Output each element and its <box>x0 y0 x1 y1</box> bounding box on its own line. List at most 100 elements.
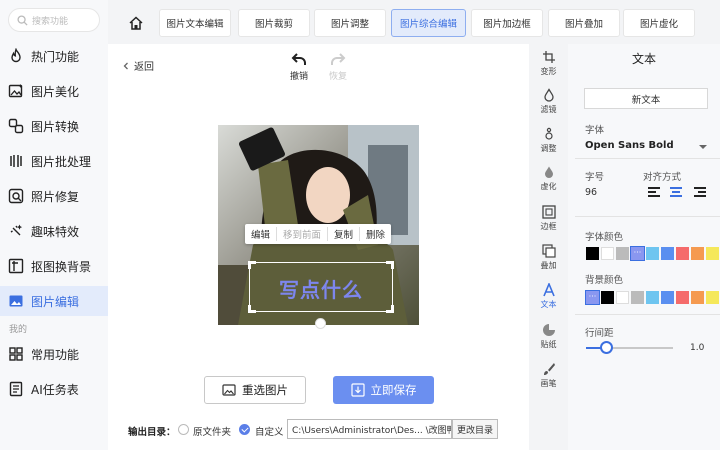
tool-text[interactable]: 文本 <box>529 278 568 314</box>
tool-label: 变形 <box>540 66 557 76</box>
context-copy[interactable]: 复制 <box>328 227 361 241</box>
sidebar-item-ai-tasks[interactable]: AI任务表 <box>0 374 108 404</box>
font-size-input[interactable]: 96 <box>585 187 597 198</box>
color-swatch[interactable]: ··· <box>630 246 645 261</box>
grid-icon <box>9 347 23 361</box>
resize-handle[interactable] <box>248 305 256 313</box>
context-bring-front[interactable]: 移到前面 <box>277 227 329 241</box>
line-height-slider[interactable] <box>586 341 673 354</box>
context-edit[interactable]: 编辑 <box>245 227 278 241</box>
output-path-field[interactable]: C:\Users\Administrator\Des... \改图鸭 <box>287 419 452 439</box>
save-button[interactable]: 立即保存 <box>333 376 434 404</box>
redo-button[interactable]: 恢复 <box>323 52 353 82</box>
color-swatch[interactable] <box>601 291 614 304</box>
size-label: 字号 <box>585 172 605 183</box>
new-text-button[interactable]: 新文本 <box>584 88 708 109</box>
color-swatch[interactable] <box>646 247 659 260</box>
sparkle-icon <box>10 224 23 236</box>
context-delete[interactable]: 删除 <box>360 227 391 241</box>
tool-label: 调整 <box>540 143 557 153</box>
tool-blur[interactable]: 虚化 <box>529 160 568 196</box>
color-swatch[interactable] <box>706 291 719 304</box>
color-swatch[interactable] <box>691 291 704 304</box>
resize-handle[interactable] <box>386 305 394 313</box>
color-swatch[interactable] <box>676 247 689 260</box>
sticker-icon <box>542 323 555 336</box>
color-swatch[interactable] <box>616 291 629 304</box>
color-swatch[interactable] <box>661 247 674 260</box>
text-box[interactable]: 写点什么 <box>248 261 394 313</box>
sidebar-item-hot[interactable]: 热门功能 <box>0 41 108 71</box>
font-label: 字体 <box>585 125 605 136</box>
tool-overlay[interactable]: 叠加 <box>529 239 568 275</box>
sidebar-item-label: 热门功能 <box>31 49 80 64</box>
save-label: 立即保存 <box>370 383 417 397</box>
sidebar-item-batch[interactable]: 图片批处理 <box>0 146 108 176</box>
sidebar-item-convert[interactable]: 图片转换 <box>0 111 108 141</box>
tool-sticker[interactable]: 贴纸 <box>529 318 568 354</box>
align-left-icon[interactable] <box>648 187 664 201</box>
download-icon <box>350 383 365 397</box>
resize-handle[interactable] <box>248 261 256 269</box>
color-swatch[interactable] <box>586 247 599 260</box>
font-select[interactable]: Open Sans Bold <box>585 140 709 151</box>
color-swatch[interactable] <box>691 247 704 260</box>
tab-text-edit[interactable]: 图片文本编辑 <box>159 9 231 37</box>
radio-custom-label: 自定义 <box>255 427 284 438</box>
divider <box>575 314 720 315</box>
tool-label: 画笔 <box>540 378 557 388</box>
sidebar-item-label: 照片修复 <box>31 189 80 204</box>
text-icon <box>542 282 555 296</box>
reselect-image-button[interactable]: 重选图片 <box>204 376 306 404</box>
back-button[interactable]: 返回 <box>121 58 154 73</box>
color-swatch[interactable] <box>646 291 659 304</box>
sidebar-item-effects[interactable]: 趣味特效 <box>0 216 108 246</box>
radio-custom-folder[interactable] <box>239 424 250 435</box>
color-swatch[interactable]: ··· <box>585 290 600 305</box>
search-input[interactable]: 搜索功能 <box>8 8 100 32</box>
rotate-handle[interactable] <box>315 318 326 329</box>
text-box-content[interactable]: 写点什么 <box>250 274 392 303</box>
brush-icon <box>543 362 555 375</box>
undo-button[interactable]: 撤销 <box>284 52 314 82</box>
resize-handle[interactable] <box>386 261 394 269</box>
divider <box>575 216 720 217</box>
tab-blur[interactable]: 图片虚化 <box>623 9 695 37</box>
undo-icon <box>291 53 306 65</box>
tool-frame[interactable]: 边框 <box>529 200 568 236</box>
color-swatch[interactable] <box>661 291 674 304</box>
sidebar-item-cutout[interactable]: 抠图换背景 <box>0 251 108 281</box>
sidebar-item-label: 趣味特效 <box>31 224 80 239</box>
sidebar-item-label: 抠图换背景 <box>31 259 92 274</box>
tab-adjust[interactable]: 图片调整 <box>314 9 386 37</box>
tab-composite-edit[interactable]: 图片综合编辑 <box>391 9 466 37</box>
change-dir-button[interactable]: 更改目录 <box>452 419 498 439</box>
align-right-icon[interactable] <box>690 187 706 201</box>
color-swatch[interactable] <box>631 291 644 304</box>
home-button[interactable] <box>121 9 151 37</box>
tool-adjust[interactable]: 调整 <box>529 122 568 158</box>
align-center-icon[interactable] <box>668 187 684 201</box>
color-swatch[interactable] <box>676 291 689 304</box>
sidebar-item-beautify[interactable]: 图片美化 <box>0 76 108 106</box>
blur-icon <box>544 166 553 178</box>
color-swatch[interactable] <box>616 247 629 260</box>
radio-original-folder[interactable] <box>178 424 189 435</box>
tool-brush[interactable]: 画笔 <box>529 357 568 393</box>
overlay-icon <box>541 243 556 258</box>
tab-overlay[interactable]: 图片叠加 <box>548 9 620 37</box>
tool-transform[interactable]: 变形 <box>529 45 568 81</box>
tab-border[interactable]: 图片加边框 <box>471 9 543 37</box>
back-label: 返回 <box>134 62 154 73</box>
sidebar-item-repair[interactable]: 照片修复 <box>0 181 108 211</box>
sidebar-item-image-edit[interactable]: 图片编辑 <box>0 286 108 316</box>
color-swatch[interactable] <box>706 247 719 260</box>
filter-icon <box>543 87 554 102</box>
color-swatch[interactable] <box>601 247 614 260</box>
sidebar-item-common[interactable]: 常用功能 <box>0 339 108 369</box>
redo-icon <box>331 53 346 65</box>
tool-filter[interactable]: 滤镜 <box>529 83 568 119</box>
tab-crop[interactable]: 图片裁剪 <box>238 9 310 37</box>
undo-label: 撤销 <box>289 72 308 82</box>
slider-knob[interactable] <box>600 341 613 354</box>
